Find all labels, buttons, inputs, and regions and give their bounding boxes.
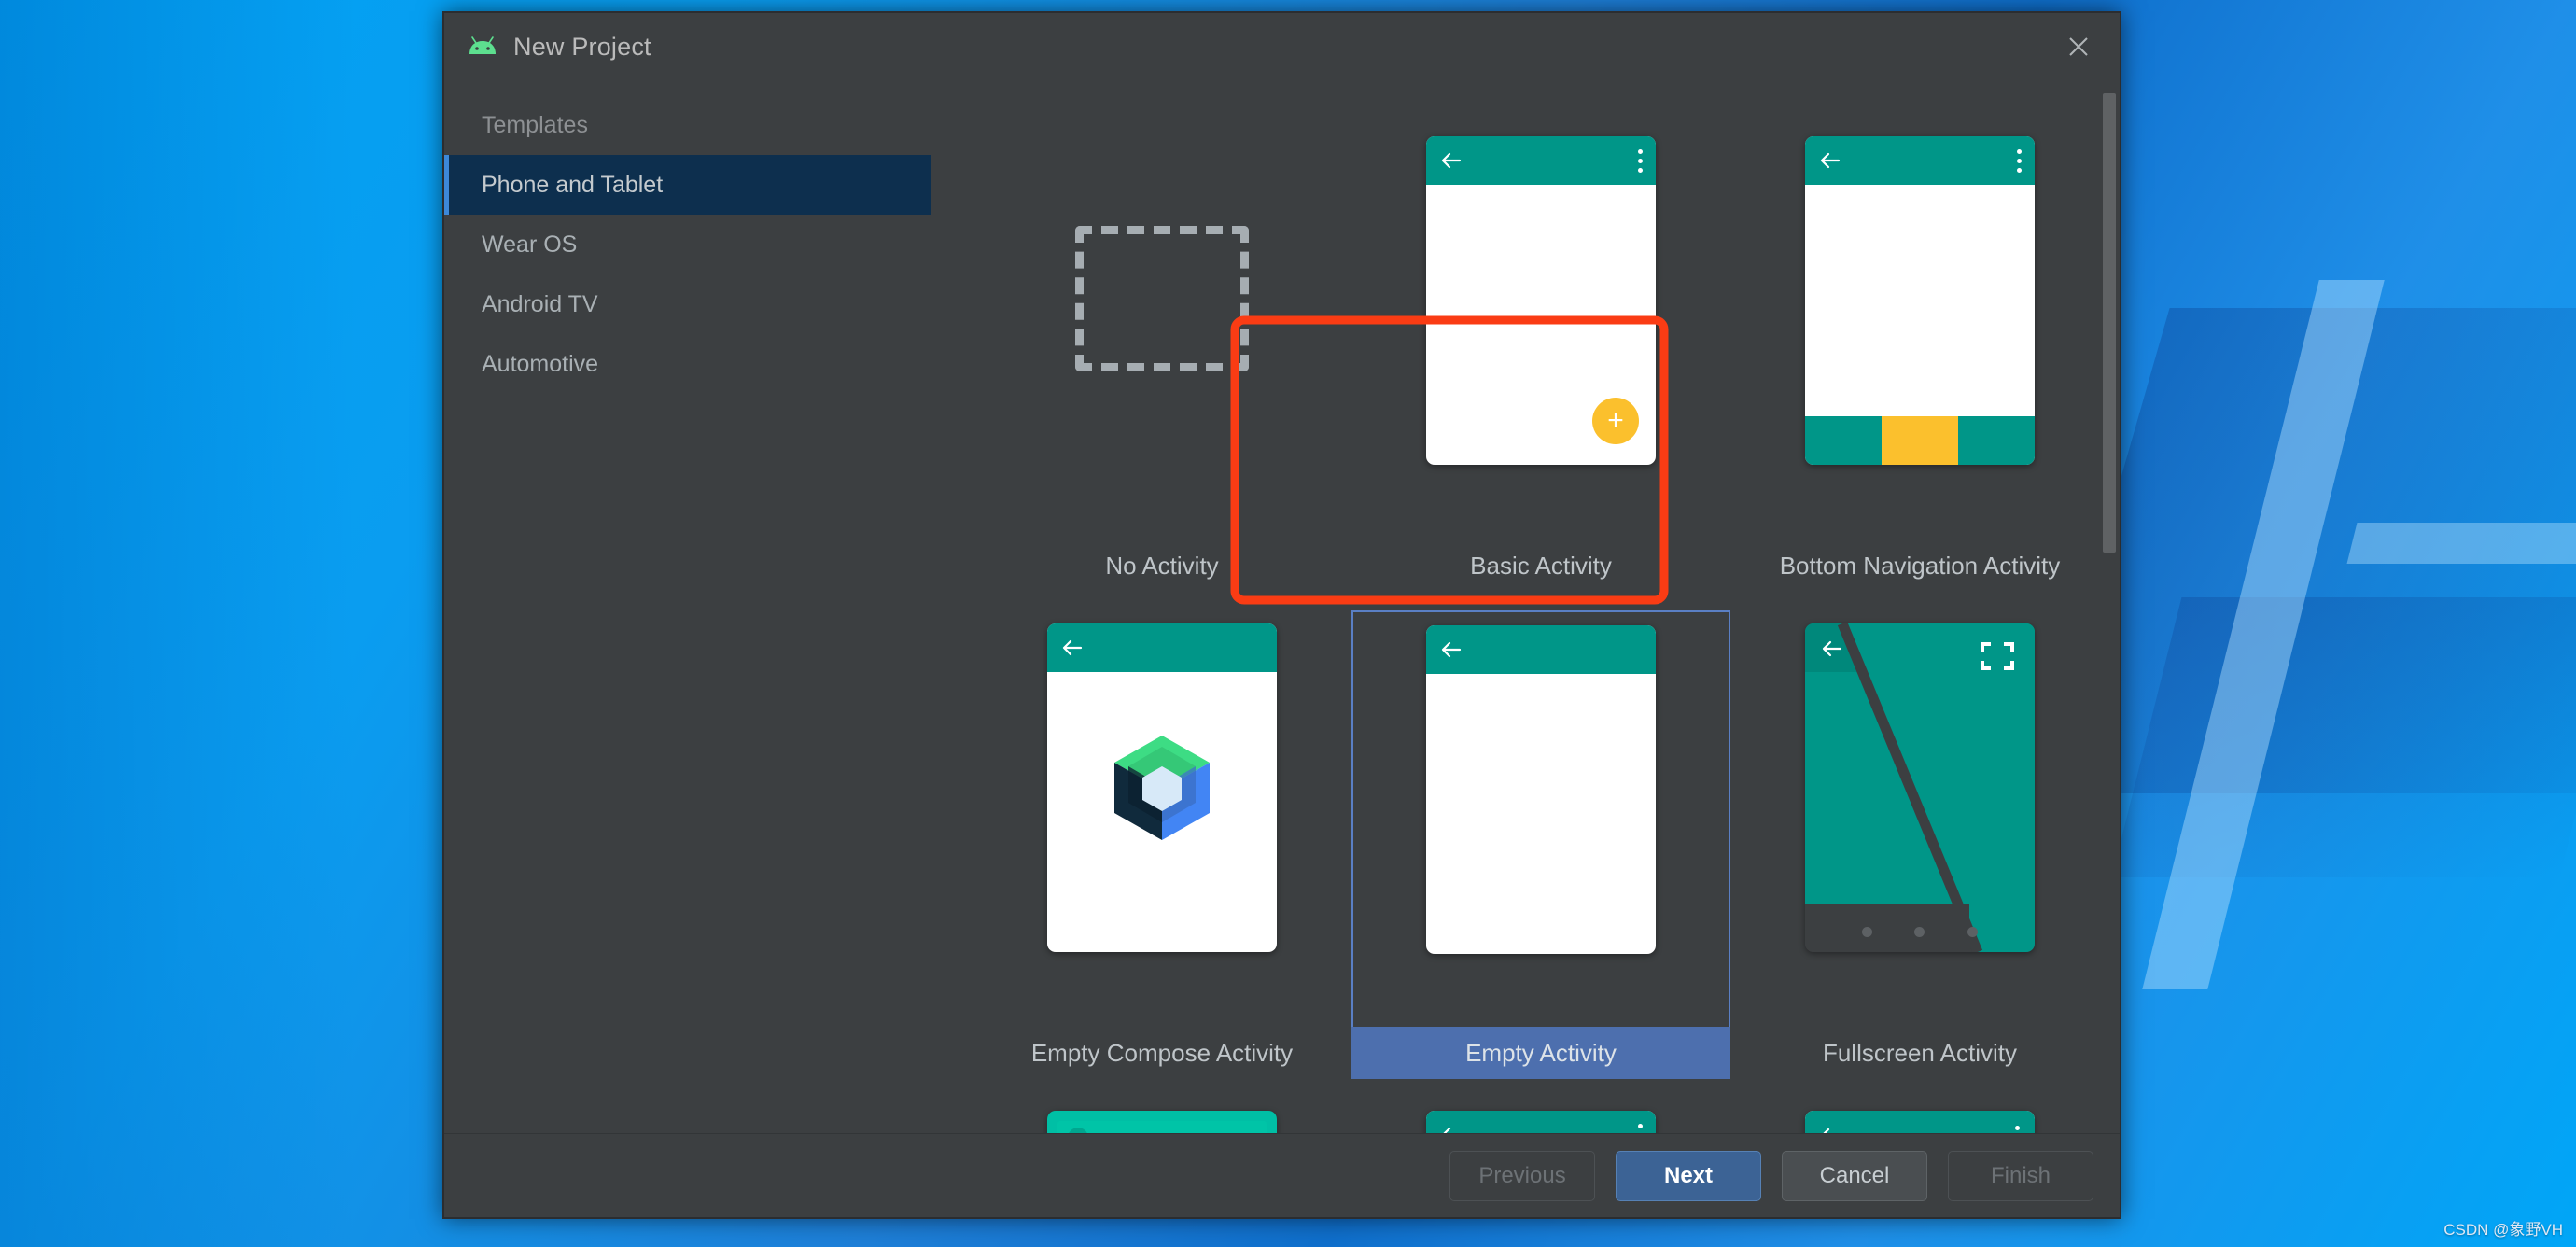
app-bar bbox=[1805, 1111, 2035, 1133]
fullscreen-art bbox=[1805, 624, 2035, 952]
sidebar-item-label: Android TV bbox=[482, 291, 598, 318]
scrollbar-track[interactable] bbox=[2099, 80, 2120, 1133]
phone-mock: Interstitial Ad bbox=[1047, 1111, 1277, 1133]
compose-logo-icon bbox=[1047, 624, 1277, 952]
template-tile-primary-detail-flow[interactable]: ★ Primary/Detail Flow bbox=[1730, 1098, 2109, 1133]
template-label: Fullscreen Activity bbox=[1730, 1027, 2109, 1079]
sidebar-item-label: Wear OS bbox=[482, 231, 577, 259]
back-arrow-icon bbox=[1818, 150, 1842, 171]
sidebar-item-phone-and-tablet[interactable]: Phone and Tablet bbox=[444, 155, 931, 215]
phone-mock bbox=[1047, 624, 1277, 952]
ad-screen bbox=[1057, 1121, 1267, 1133]
dialog-footer: Previous Next Cancel Finish bbox=[444, 1133, 2120, 1217]
template-tile-empty-activity[interactable]: Empty Activity bbox=[1351, 610, 1730, 1098]
sidebar-item-label: Automotive bbox=[482, 351, 598, 378]
template-label: No Activity bbox=[973, 539, 1351, 592]
sidebar-item-label: Phone and Tablet bbox=[482, 172, 663, 199]
compose-cube-glyph bbox=[1114, 736, 1210, 840]
phone-mock bbox=[1426, 625, 1656, 954]
dialog-titlebar: New Project bbox=[444, 13, 2120, 80]
sidebar-header: Templates bbox=[444, 95, 931, 155]
next-button[interactable]: Next bbox=[1616, 1151, 1761, 1201]
thumbnail-primary-detail: ★ bbox=[1730, 1098, 2109, 1133]
floating-action-button-icon: + bbox=[1592, 398, 1639, 444]
thumbnail-fullscreen-activity bbox=[1730, 610, 2109, 1027]
app-bar bbox=[1426, 1111, 1656, 1133]
thumbnail-no-activity bbox=[973, 123, 1351, 539]
template-label: Bottom Navigation Activity bbox=[1730, 539, 2109, 592]
template-gallery: No Activity bbox=[931, 80, 2120, 1133]
template-label: Basic Activity bbox=[1351, 539, 1730, 592]
back-arrow-icon bbox=[1818, 1126, 1842, 1133]
template-tile-empty-compose-activity[interactable]: Empty Compose Activity bbox=[973, 610, 1351, 1098]
thumbnail-empty-compose bbox=[973, 610, 1351, 1027]
back-arrow-icon bbox=[1439, 639, 1463, 660]
thumbnail-admob-ads: Interstitial Ad bbox=[973, 1098, 1351, 1133]
sidebar: Templates Phone and Tablet Wear OS Andro… bbox=[444, 80, 931, 1133]
cancel-button[interactable]: Cancel bbox=[1782, 1151, 1927, 1201]
phone-mock bbox=[1805, 624, 2035, 952]
template-label: Empty Compose Activity bbox=[973, 1027, 1351, 1079]
phone-mock: ★ bbox=[1805, 1111, 2035, 1133]
app-bar bbox=[1426, 136, 1656, 185]
template-tile-no-activity[interactable]: No Activity bbox=[973, 123, 1351, 610]
app-bar bbox=[1426, 625, 1656, 674]
template-grid: No Activity bbox=[931, 80, 2099, 1133]
close-glyph bbox=[2066, 35, 2091, 59]
template-tile-admob-ads-activity[interactable]: Interstitial Ad Google AdMob Ads Activit… bbox=[973, 1098, 1351, 1133]
template-tile-bottom-navigation-activity[interactable]: Bottom Navigation Activity bbox=[1730, 123, 2109, 610]
sidebar-item-automotive[interactable]: Automotive bbox=[444, 334, 931, 394]
back-arrow-icon bbox=[1439, 150, 1463, 171]
overflow-menu-icon bbox=[2017, 149, 2022, 173]
wallpaper-shape-3 bbox=[2347, 523, 2576, 564]
bottom-navigation-bar bbox=[1805, 416, 2035, 465]
android-logo-icon bbox=[467, 35, 498, 58]
overflow-menu-icon bbox=[1638, 1124, 1643, 1134]
close-icon[interactable] bbox=[2037, 13, 2120, 80]
thumbnail-google-maps bbox=[1351, 1098, 1730, 1133]
phone-mock bbox=[1805, 136, 2035, 465]
template-label: Empty Activity bbox=[1351, 1027, 1730, 1079]
phone-mock bbox=[1426, 1111, 1656, 1133]
windows-desktop: New Project Templates Phone and Tablet W… bbox=[0, 0, 2576, 1247]
template-tile-google-maps-activity[interactable]: Google Maps Activity bbox=[1351, 1098, 1730, 1133]
sidebar-item-wear-os[interactable]: Wear OS bbox=[444, 215, 931, 274]
thumbnail-empty-activity bbox=[1351, 610, 1730, 1027]
app-bar bbox=[1805, 136, 2035, 185]
back-arrow-icon bbox=[1439, 1125, 1463, 1133]
finish-button[interactable]: Finish bbox=[1948, 1151, 2093, 1201]
thumbnail-basic-activity: + bbox=[1351, 123, 1730, 539]
thumbnail-bottom-navigation bbox=[1730, 123, 2109, 539]
previous-button[interactable]: Previous bbox=[1449, 1151, 1595, 1201]
sidebar-item-android-tv[interactable]: Android TV bbox=[444, 274, 931, 334]
template-tile-fullscreen-activity[interactable]: Fullscreen Activity bbox=[1730, 610, 2109, 1098]
watermark: CSDN @象野VH bbox=[2443, 1216, 2563, 1240]
back-arrow-icon bbox=[1820, 638, 1844, 659]
dashed-placeholder-icon bbox=[1075, 226, 1249, 371]
overflow-menu-icon bbox=[2015, 1126, 2020, 1133]
overflow-menu-icon bbox=[1638, 149, 1643, 173]
page-title: New Project bbox=[513, 33, 651, 62]
wallpaper-vignette bbox=[0, 0, 355, 1247]
scrollbar-thumb[interactable] bbox=[2103, 93, 2116, 553]
dialog-body: Templates Phone and Tablet Wear OS Andro… bbox=[444, 80, 2120, 1133]
page-indicator-dots bbox=[1805, 927, 2035, 937]
template-tile-basic-activity[interactable]: + Basic Activity bbox=[1351, 123, 1730, 610]
phone-mock: + bbox=[1426, 136, 1656, 465]
new-project-dialog: New Project Templates Phone and Tablet W… bbox=[442, 11, 2121, 1219]
fullscreen-expand-icon bbox=[1981, 642, 2014, 670]
